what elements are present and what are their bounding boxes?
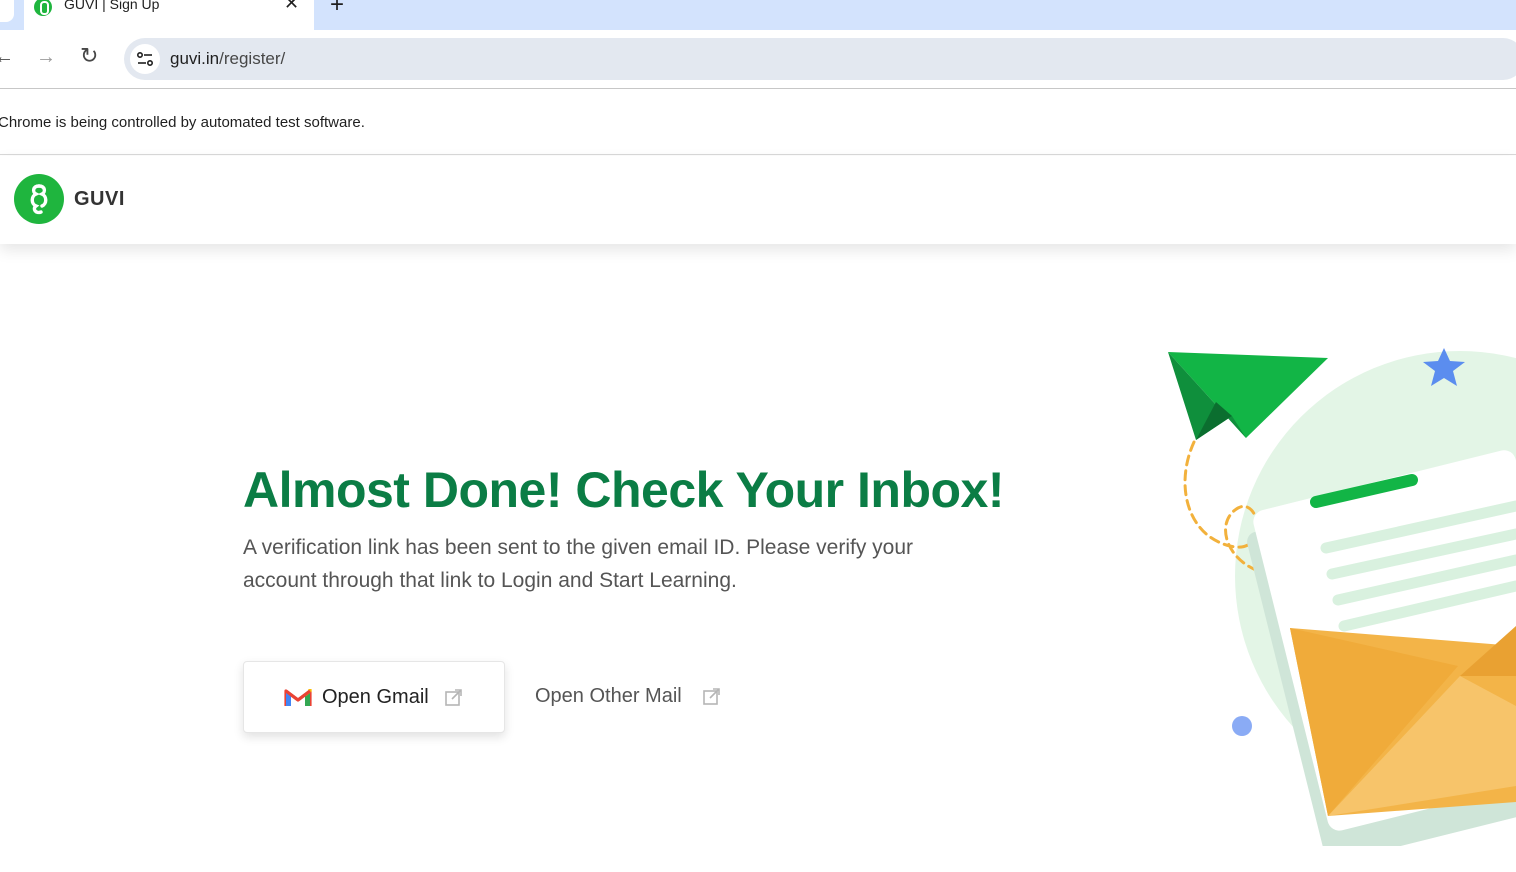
guvi-favicon-icon (34, 0, 52, 16)
previous-tab[interactable]: ✓ (0, 0, 14, 22)
logo-text[interactable]: GUVI (74, 188, 125, 211)
gmail-icon (284, 689, 312, 706)
guvi-logo-icon[interactable] (14, 174, 64, 224)
infobar-message: Chrome is being controlled by automated … (0, 114, 365, 131)
external-link-icon (703, 688, 720, 705)
page-content: GUVI Almost Done! Check Your Inbox! A ve… (0, 156, 1516, 872)
check-icon: ✓ (0, 0, 1, 4)
close-icon[interactable]: ✕ (284, 0, 299, 12)
tune-icon (137, 52, 153, 66)
site-header: GUVI (0, 156, 1516, 244)
open-other-mail-label: Open Other Mail (535, 685, 682, 707)
automation-infobar: Chrome is being controlled by automated … (0, 89, 1516, 155)
url-path: /register/ (219, 49, 286, 68)
open-gmail-label: Open Gmail (322, 686, 429, 708)
tab-strip: ✓ GUVI | Sign Up ✕ + (0, 0, 1516, 30)
tab-guvi-sign-up[interactable]: GUVI | Sign Up ✕ (24, 0, 314, 30)
blue-dot (1232, 716, 1252, 736)
url-text[interactable]: guvi.in/register/ (170, 49, 285, 69)
browser-toolbar: ← → ↻ guvi.in/register/ (0, 30, 1516, 88)
paper-plane-envelope-illustration (1168, 348, 1516, 846)
page-title: Almost Done! Check Your Inbox! (243, 462, 1005, 518)
forward-arrow-icon[interactable]: → (36, 46, 56, 69)
reload-icon[interactable]: ↻ (80, 43, 98, 69)
tab-title: GUVI | Sign Up (64, 0, 160, 12)
open-other-mail-link[interactable]: Open Other Mail (535, 661, 735, 733)
url-host: guvi.in (170, 49, 220, 68)
back-arrow-icon[interactable]: ← (0, 46, 14, 69)
open-gmail-button[interactable]: Open Gmail (243, 661, 505, 733)
verification-message: A verification link has been sent to the… (243, 536, 914, 592)
envelope-icon (1247, 450, 1516, 846)
site-info-button[interactable] (130, 44, 160, 74)
external-link-icon (445, 689, 462, 706)
address-bar[interactable]: guvi.in/register/ (124, 38, 1516, 80)
new-tab-button[interactable]: + (330, 0, 344, 17)
